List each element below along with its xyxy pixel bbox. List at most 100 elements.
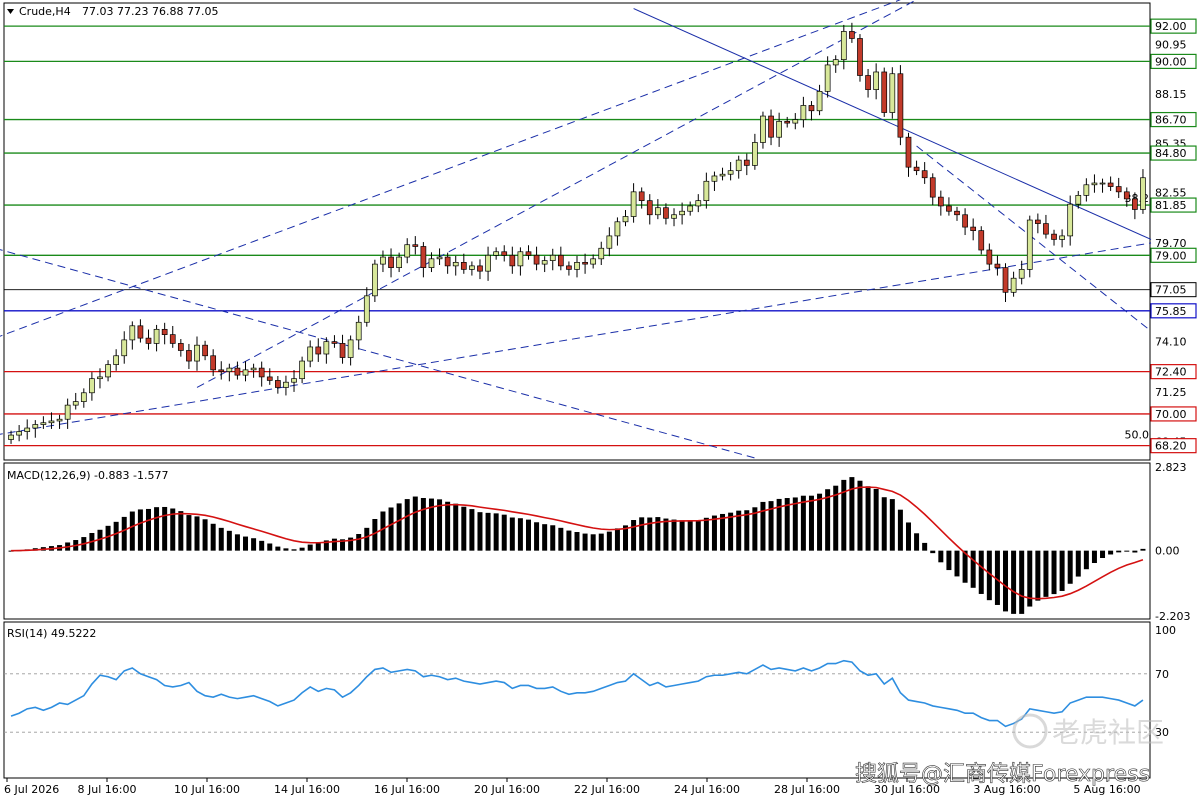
macd-histogram-bar <box>881 497 887 551</box>
macd-histogram-bar <box>728 512 734 551</box>
candle-body <box>315 346 322 355</box>
macd-histogram-bar <box>703 517 709 551</box>
candle-body <box>776 120 782 138</box>
macd-histogram-bar <box>493 513 499 551</box>
trading-chart[interactable]: Crude,H4 77.03 77.23 76.88 77.05 38.250.… <box>0 0 1200 800</box>
fib-label: 50.0 <box>1125 428 1150 441</box>
macd-histogram-bar <box>970 550 976 588</box>
candle-body <box>501 251 508 256</box>
candle-body <box>299 360 305 380</box>
macd-tick-label: -2.203 <box>1155 610 1190 623</box>
macd-histogram-bar <box>275 546 281 551</box>
macd-histogram-bar <box>606 531 612 551</box>
candle-body <box>323 341 330 355</box>
macd-histogram-bar <box>331 538 337 551</box>
macd-histogram-bar <box>1035 550 1041 601</box>
rsi-label: RSI(14) 49.5222 <box>7 627 96 640</box>
price-tick-label: 74.10 <box>1155 336 1187 349</box>
watermark-source-text: 搜狐号@汇商传媒Forexpress <box>855 762 1150 787</box>
price-tick-label: 72.40 <box>1155 366 1187 379</box>
candle-body <box>994 263 1001 268</box>
macd-histogram-bar <box>590 534 596 551</box>
candle-body <box>655 207 661 216</box>
candle-body <box>946 205 952 212</box>
time-tick-label: 6 Jul 2026 <box>4 783 59 796</box>
macd-histogram-bar <box>679 520 685 551</box>
watermark-logo-text: 老虎社区 <box>1052 716 1164 749</box>
macd-histogram-bar <box>469 509 475 551</box>
macd-histogram-bar <box>542 524 548 551</box>
candle-body <box>590 258 597 265</box>
macd-histogram-bar <box>857 480 863 551</box>
macd-histogram-bar <box>954 550 960 577</box>
price-tick-label: 86.70 <box>1155 114 1187 127</box>
macd-histogram-bar <box>356 534 362 551</box>
candle-body <box>832 59 839 66</box>
candle-body <box>663 207 669 219</box>
macd-histogram-bar <box>889 499 895 551</box>
macd-histogram-bar <box>663 518 669 551</box>
candle-body <box>849 31 855 39</box>
macd-histogram-bar <box>105 525 111 551</box>
time-tick-label: 16 Jul 16:00 <box>374 783 440 796</box>
candle-body <box>105 364 111 378</box>
macd-histogram-bar <box>453 503 459 551</box>
price-tick-label: 90.00 <box>1155 55 1187 68</box>
macd-histogram-bar <box>226 530 232 551</box>
macd-histogram-bar <box>259 540 265 551</box>
candle-body <box>606 235 613 249</box>
macd-histogram-bar <box>299 547 305 551</box>
macd-histogram-bar <box>800 495 806 551</box>
candle-body <box>897 73 904 138</box>
macd-histogram-bar <box>210 523 216 551</box>
macd-histogram-bar <box>445 501 451 551</box>
candle-body <box>275 380 281 388</box>
macd-histogram-bar <box>251 538 257 551</box>
macd-histogram-bar <box>534 522 540 551</box>
macd-histogram-bar <box>873 488 879 551</box>
macd-histogram-bar <box>671 519 677 551</box>
candle-body <box>549 254 556 261</box>
candle-body <box>622 216 629 223</box>
candle-body <box>1099 182 1106 185</box>
candle-body <box>509 254 516 267</box>
candle-body <box>743 159 750 166</box>
candle-body <box>137 325 144 339</box>
candle-body <box>477 265 483 272</box>
macd-histogram-bar <box>388 507 394 551</box>
macd-histogram-bar <box>517 518 523 551</box>
candle-body <box>541 260 548 265</box>
candle-body <box>808 105 815 112</box>
macd-histogram-bar <box>267 543 273 551</box>
candle-body <box>986 249 993 265</box>
macd-histogram-bar <box>525 519 531 551</box>
candle-body <box>388 256 394 268</box>
candle-body <box>56 418 63 422</box>
candle-body <box>372 263 378 297</box>
candle-body <box>169 334 176 344</box>
candle-body <box>768 115 774 138</box>
candle-body <box>347 339 354 358</box>
candle-body <box>97 376 103 380</box>
price-tick-label: 68.20 <box>1155 440 1187 453</box>
candle-body <box>913 166 920 172</box>
macd-histogram-bar <box>1116 550 1122 553</box>
macd-histogram-bar <box>234 534 240 551</box>
macd-histogram-bar <box>154 507 160 551</box>
macd-histogram-bar <box>1019 550 1025 614</box>
macd-histogram-bar <box>817 493 823 551</box>
macd-histogram-bar <box>808 495 814 551</box>
candle-body <box>937 196 944 207</box>
macd-histogram-bar <box>930 550 936 554</box>
candle-body <box>816 91 823 112</box>
macd-histogram-bar <box>566 530 572 551</box>
candle-body <box>145 337 152 344</box>
candle-body <box>469 265 475 270</box>
candle-body <box>177 343 184 351</box>
macd-histogram-bar <box>396 503 402 551</box>
macd-histogram-bar <box>315 543 321 551</box>
price-tick-label: 77.05 <box>1155 284 1187 297</box>
macd-histogram-bar <box>1108 550 1114 555</box>
candle-body <box>695 200 702 207</box>
macd-histogram-bar <box>129 511 135 551</box>
